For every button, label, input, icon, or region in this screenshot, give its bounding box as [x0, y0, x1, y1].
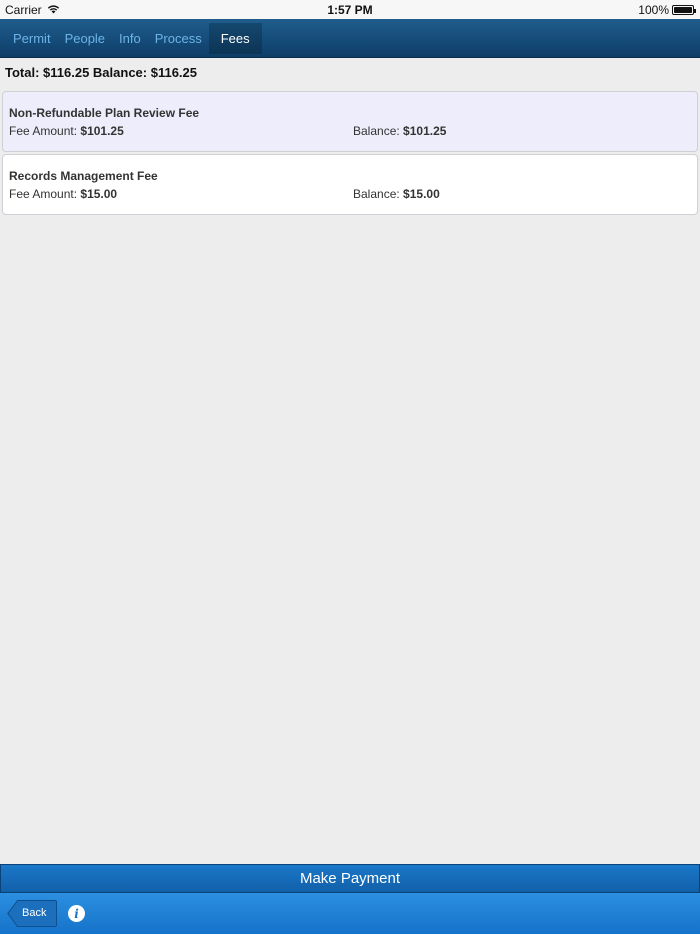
- fee-amount-label: Fee Amount:: [9, 187, 78, 201]
- fee-item-records-management[interactable]: Records Management Fee Fee Amount: $15.0…: [2, 154, 698, 215]
- tab-fees[interactable]: Fees: [208, 23, 262, 54]
- info-icon[interactable]: i: [68, 905, 85, 922]
- fee-balance: Balance: $101.25: [353, 124, 446, 138]
- fee-item-plan-review[interactable]: Non-Refundable Plan Review Fee Fee Amoun…: [2, 91, 698, 152]
- status-bar: Carrier 1:57 PM 100%: [0, 0, 700, 19]
- fee-amount: Fee Amount: $101.25: [9, 124, 124, 138]
- fee-balance: Balance: $15.00: [353, 187, 440, 201]
- tab-permit[interactable]: Permit: [6, 23, 58, 54]
- fee-name: Non-Refundable Plan Review Fee: [9, 106, 200, 120]
- fee-amount-value: $15.00: [80, 187, 118, 201]
- fee-amount-label: Fee Amount:: [9, 124, 78, 138]
- tab-bar: Permit People Info Process Fees: [0, 19, 700, 58]
- fee-balance-label: Balance:: [353, 187, 400, 201]
- tab-process[interactable]: Process: [148, 23, 209, 54]
- battery-icon: [672, 5, 696, 15]
- tab-people[interactable]: People: [58, 23, 112, 54]
- status-right: 100%: [638, 3, 696, 17]
- back-label: Back: [22, 907, 47, 919]
- fee-amount: Fee Amount: $15.00: [9, 187, 117, 201]
- status-time: 1:57 PM: [327, 3, 373, 17]
- fee-name: Records Management Fee: [9, 169, 158, 183]
- bottom-toolbar: Back i: [0, 893, 700, 934]
- fees-total-summary: Total: $116.25 Balance: $116.25: [5, 65, 197, 80]
- fee-balance-value: $101.25: [403, 124, 447, 138]
- fee-balance-label: Balance:: [353, 124, 400, 138]
- tab-info[interactable]: Info: [112, 23, 148, 54]
- back-button[interactable]: Back: [7, 900, 57, 927]
- make-payment-button[interactable]: Make Payment: [0, 864, 700, 893]
- battery-percent: 100%: [638, 3, 669, 17]
- fee-balance-value: $15.00: [403, 187, 440, 201]
- fee-amount-value: $101.25: [80, 124, 124, 138]
